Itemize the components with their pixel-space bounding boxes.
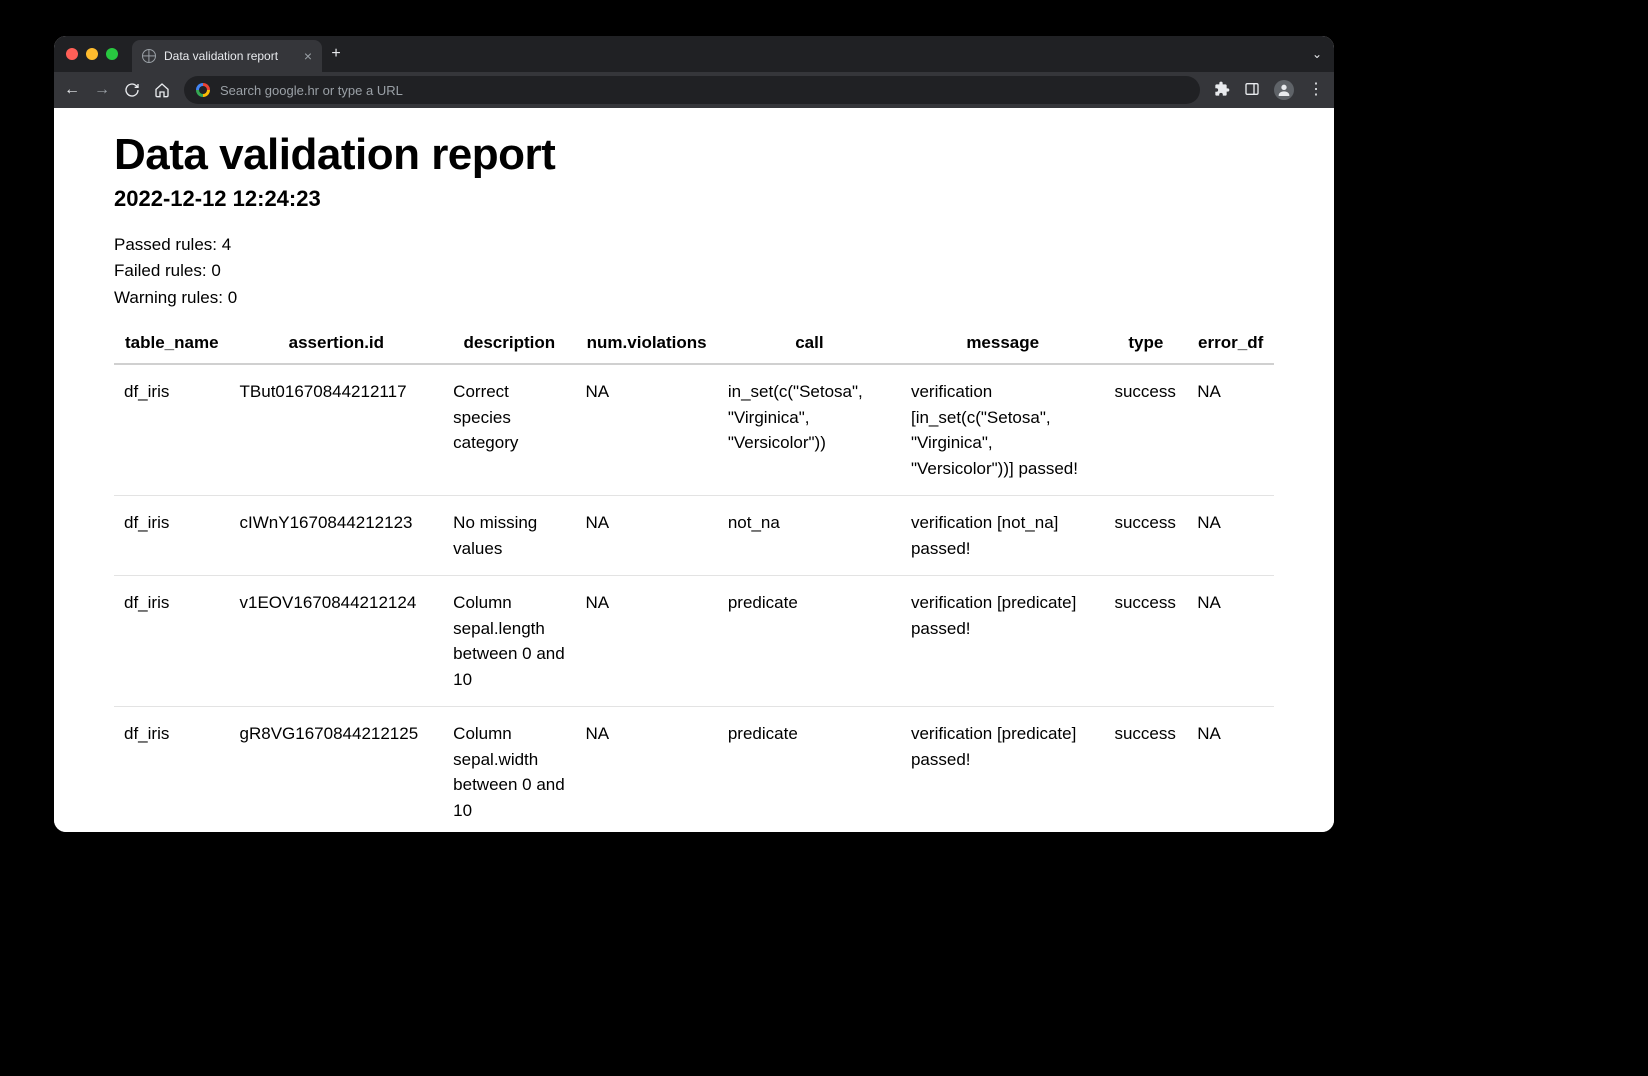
titlebar: Data validation report × + ⌄ bbox=[54, 36, 1334, 72]
browser-tab[interactable]: Data validation report × bbox=[132, 40, 322, 72]
google-icon bbox=[196, 83, 210, 97]
cell-table-name: df_iris bbox=[114, 707, 230, 832]
address-bar[interactable]: Search google.hr or type a URL bbox=[184, 76, 1200, 104]
cell-call: not_na bbox=[718, 496, 901, 576]
address-bar-placeholder: Search google.hr or type a URL bbox=[220, 83, 403, 98]
cell-message: verification [in_set(c("Setosa", "Virgin… bbox=[901, 364, 1104, 496]
reload-button[interactable] bbox=[124, 82, 140, 98]
table-row: df_iris cIWnY1670844212123 No missing va… bbox=[114, 496, 1274, 576]
col-error-df: error_df bbox=[1187, 325, 1274, 364]
cell-type: success bbox=[1104, 496, 1187, 576]
window-minimize-button[interactable] bbox=[86, 48, 98, 60]
table-header: table_name assertion.id description num.… bbox=[114, 325, 1274, 364]
back-button[interactable]: ← bbox=[64, 82, 80, 98]
cell-error-df: NA bbox=[1187, 364, 1274, 496]
cell-call: predicate bbox=[718, 576, 901, 707]
profile-avatar[interactable] bbox=[1274, 80, 1294, 100]
browser-window: Data validation report × + ⌄ ← → Search … bbox=[54, 36, 1334, 832]
warning-rules-count: Warning rules: 0 bbox=[114, 285, 1274, 311]
summary-block: Passed rules: 4 Failed rules: 0 Warning … bbox=[114, 232, 1274, 311]
passed-rules-count: Passed rules: 4 bbox=[114, 232, 1274, 258]
table-row: df_iris TBut01670844212117 Correct speci… bbox=[114, 364, 1274, 496]
cell-error-df: NA bbox=[1187, 496, 1274, 576]
cell-error-df: NA bbox=[1187, 707, 1274, 832]
cell-assertion-id: cIWnY1670844212123 bbox=[230, 496, 444, 576]
new-tab-button[interactable]: + bbox=[322, 45, 350, 63]
window-close-button[interactable] bbox=[66, 48, 78, 60]
cell-table-name: df_iris bbox=[114, 576, 230, 707]
cell-num-violations: NA bbox=[575, 707, 717, 832]
table-body: df_iris TBut01670844212117 Correct speci… bbox=[114, 364, 1274, 832]
cell-type: success bbox=[1104, 364, 1187, 496]
report-timestamp: 2022-12-12 12:24:23 bbox=[114, 186, 1274, 212]
cell-table-name: df_iris bbox=[114, 364, 230, 496]
forward-button[interactable]: → bbox=[94, 82, 110, 98]
table-row: df_iris gR8VG1670844212125 Column sepal.… bbox=[114, 707, 1274, 832]
globe-icon bbox=[142, 49, 156, 63]
col-table-name: table_name bbox=[114, 325, 230, 364]
validation-table: table_name assertion.id description num.… bbox=[114, 325, 1274, 832]
cell-assertion-id: TBut01670844212117 bbox=[230, 364, 444, 496]
cell-message: verification [not_na] passed! bbox=[901, 496, 1104, 576]
cell-assertion-id: v1EOV1670844212124 bbox=[230, 576, 444, 707]
col-num-violations: num.violations bbox=[575, 325, 717, 364]
tab-close-icon[interactable]: × bbox=[304, 49, 312, 63]
col-description: description bbox=[443, 325, 575, 364]
tabs-dropdown-icon[interactable]: ⌄ bbox=[1312, 47, 1322, 61]
col-assertion-id: assertion.id bbox=[230, 325, 444, 364]
cell-call: predicate bbox=[718, 707, 901, 832]
table-row: df_iris v1EOV1670844212124 Column sepal.… bbox=[114, 576, 1274, 707]
cell-call: in_set(c("Setosa", "Virginica", "Versico… bbox=[718, 364, 901, 496]
browser-toolbar: ← → Search google.hr or type a URL ⋮ bbox=[54, 72, 1334, 108]
cell-description: Column sepal.length between 0 and 10 bbox=[443, 576, 575, 707]
cell-description: Correct species category bbox=[443, 364, 575, 496]
cell-description: Column sepal.width between 0 and 10 bbox=[443, 707, 575, 832]
failed-rules-count: Failed rules: 0 bbox=[114, 258, 1274, 284]
col-call: call bbox=[718, 325, 901, 364]
window-zoom-button[interactable] bbox=[106, 48, 118, 60]
cell-num-violations: NA bbox=[575, 576, 717, 707]
col-message: message bbox=[901, 325, 1104, 364]
page-content: Data validation report 2022-12-12 12:24:… bbox=[54, 108, 1334, 832]
cell-type: success bbox=[1104, 576, 1187, 707]
cell-num-violations: NA bbox=[575, 364, 717, 496]
home-button[interactable] bbox=[154, 82, 170, 98]
cell-table-name: df_iris bbox=[114, 496, 230, 576]
side-panel-icon[interactable] bbox=[1244, 81, 1260, 100]
col-type: type bbox=[1104, 325, 1187, 364]
cell-message: verification [predicate] passed! bbox=[901, 576, 1104, 707]
cell-description: No missing values bbox=[443, 496, 575, 576]
cell-message: verification [predicate] passed! bbox=[901, 707, 1104, 832]
extensions-icon[interactable] bbox=[1214, 81, 1230, 100]
tab-title: Data validation report bbox=[164, 49, 278, 63]
cell-assertion-id: gR8VG1670844212125 bbox=[230, 707, 444, 832]
window-controls bbox=[66, 48, 118, 60]
cell-num-violations: NA bbox=[575, 496, 717, 576]
cell-type: success bbox=[1104, 707, 1187, 832]
page-title: Data validation report bbox=[114, 130, 1274, 180]
cell-error-df: NA bbox=[1187, 576, 1274, 707]
menu-kebab-icon[interactable]: ⋮ bbox=[1308, 82, 1324, 98]
